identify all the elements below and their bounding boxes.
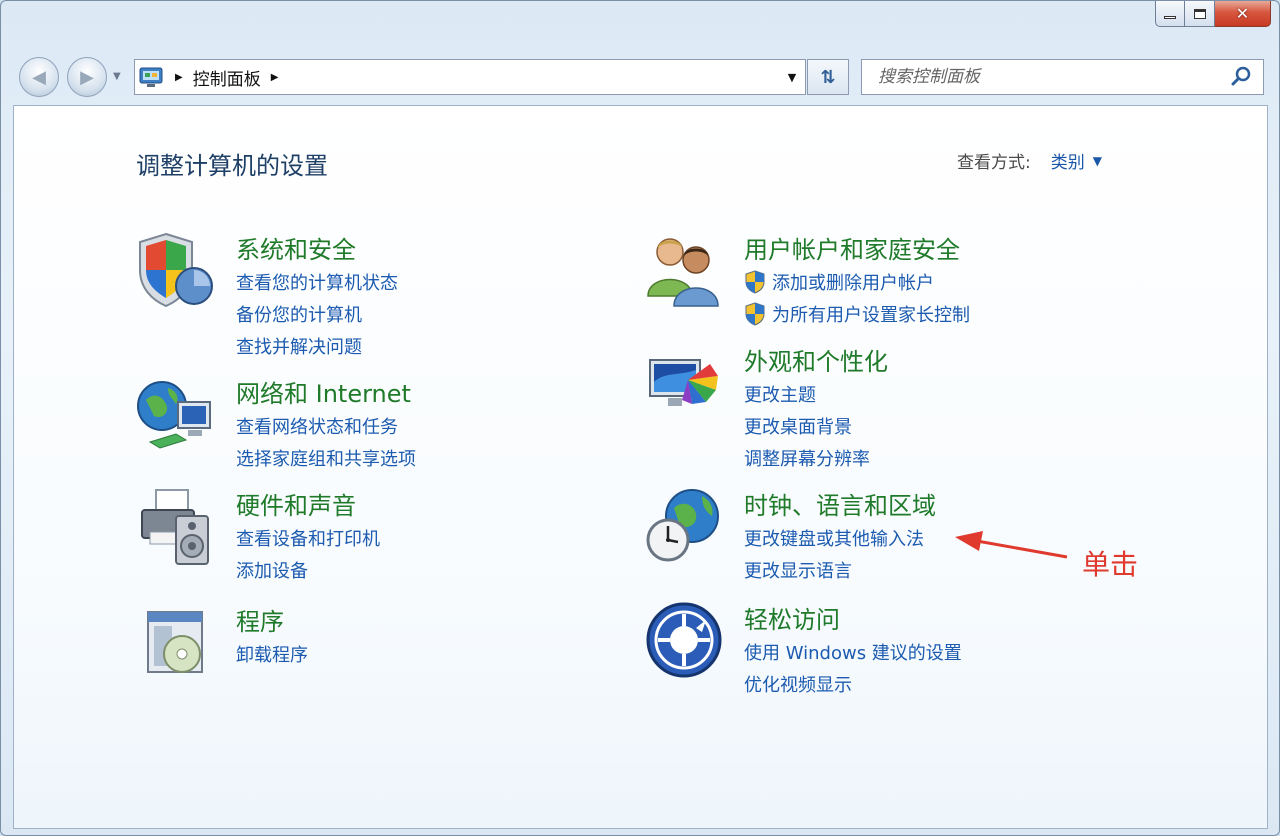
link-view-computer-status[interactable]: 查看您的计算机状态 <box>236 266 398 298</box>
back-arrow-icon: ◀ <box>32 66 46 88</box>
forward-arrow-icon: ▶ <box>80 66 94 88</box>
uac-shield-icon <box>745 302 765 326</box>
maximize-button[interactable] <box>1185 1 1215 27</box>
link-troubleshoot[interactable]: 查找并解决问题 <box>236 330 398 362</box>
programs-icon <box>147 611 203 673</box>
link-optimize-visual-display[interactable]: 优化视频显示 <box>744 668 962 700</box>
ease-of-access-icon <box>646 602 722 678</box>
shield-icon <box>139 232 213 308</box>
link-change-theme[interactable]: 更改主题 <box>744 378 870 410</box>
category-title[interactable]: 硬件和声音 <box>236 486 356 521</box>
printer-icon <box>141 489 209 565</box>
address-dropdown-button[interactable]: ▼ <box>779 60 805 94</box>
content-pane: 调整计算机的设置 查看方式: 类别 ▼ 系统和安全 查看您的计算机状态 备份您的… <box>13 105 1268 829</box>
category-title[interactable]: 用户帐户和家庭安全 <box>744 230 960 265</box>
search-input[interactable] <box>876 66 1229 88</box>
link-devices-printers[interactable]: 查看设备和打印机 <box>236 522 380 554</box>
search-icon[interactable] <box>1229 64 1255 90</box>
chevron-down-icon[interactable]: ▼ <box>1093 154 1102 168</box>
link-uninstall-program[interactable]: 卸载程序 <box>236 638 308 670</box>
annotation-arrow-icon <box>955 531 1068 559</box>
appearance-icon <box>649 359 718 406</box>
category-title[interactable]: 网络和 Internet <box>236 374 411 409</box>
minimize-button[interactable] <box>1155 1 1185 27</box>
uac-shield-icon <box>745 270 765 294</box>
users-icon <box>647 238 719 307</box>
chevron-down-icon: ▼ <box>787 70 797 84</box>
link-backup-computer[interactable]: 备份您的计算机 <box>236 298 398 330</box>
refresh-button[interactable]: ⇅ <box>807 59 849 95</box>
close-icon: ✕ <box>1235 3 1250 23</box>
category-title[interactable]: 程序 <box>236 602 284 637</box>
maximize-icon <box>1193 8 1206 19</box>
breadcrumb-expand-icon[interactable]: ▶ <box>271 72 279 83</box>
link-change-keyboard-input[interactable]: 更改键盘或其他输入法 <box>744 522 924 554</box>
caption-buttons: ✕ <box>1155 1 1271 27</box>
control-panel-window: ✕ ◀ ▶ ▼ ▶ 控制面板 ▶ ▼ ⇅ 调整计算机的设置 查看方式: 类别 ▼ <box>0 0 1280 836</box>
link-change-background[interactable]: 更改桌面背景 <box>744 410 870 442</box>
link-screen-resolution[interactable]: 调整屏幕分辨率 <box>744 442 870 474</box>
view-by: 查看方式: 类别 ▼ <box>957 148 1102 173</box>
link-windows-suggested-settings[interactable]: 使用 Windows 建议的设置 <box>744 636 962 668</box>
search-box[interactable] <box>861 59 1264 95</box>
breadcrumb-separator-icon: ▶ <box>175 71 183 83</box>
breadcrumb-control-panel[interactable]: 控制面板 <box>193 65 261 90</box>
link-text: 为所有用户设置家长控制 <box>772 305 970 326</box>
minimize-icon <box>1164 16 1176 19</box>
control-panel-icon <box>139 67 163 87</box>
category-title[interactable]: 系统和安全 <box>236 230 356 265</box>
link-text: 添加或删除用户帐户 <box>772 273 934 294</box>
link-change-display-language[interactable]: 更改显示语言 <box>744 554 924 586</box>
back-button[interactable]: ◀ <box>19 57 59 97</box>
category-title[interactable]: 时钟、语言和区域 <box>744 486 936 521</box>
address-bar[interactable]: ▶ 控制面板 ▶ ▼ <box>134 59 806 95</box>
link-homegroup-sharing[interactable]: 选择家庭组和共享选项 <box>236 442 416 474</box>
recent-pages-dropdown[interactable]: ▼ <box>113 71 121 82</box>
network-icon <box>137 381 211 449</box>
link-add-remove-accounts[interactable]: 添加或删除用户帐户 <box>744 266 970 298</box>
view-by-label: 查看方式: <box>957 153 1031 173</box>
category-title[interactable]: 外观和个性化 <box>744 342 888 377</box>
link-parental-controls[interactable]: 为所有用户设置家长控制 <box>744 298 970 330</box>
annotation-label: 单击 <box>1082 548 1139 581</box>
close-button[interactable]: ✕ <box>1215 1 1271 27</box>
view-by-dropdown[interactable]: 类别 <box>1051 148 1085 173</box>
refresh-icon: ⇅ <box>820 66 836 88</box>
category-title[interactable]: 轻松访问 <box>744 600 840 635</box>
clock-globe-icon <box>646 489 719 562</box>
link-view-network-status[interactable]: 查看网络状态和任务 <box>236 410 416 442</box>
forward-button[interactable]: ▶ <box>67 57 107 97</box>
page-title: 调整计算机的设置 <box>136 152 328 180</box>
link-add-device[interactable]: 添加设备 <box>236 554 380 586</box>
